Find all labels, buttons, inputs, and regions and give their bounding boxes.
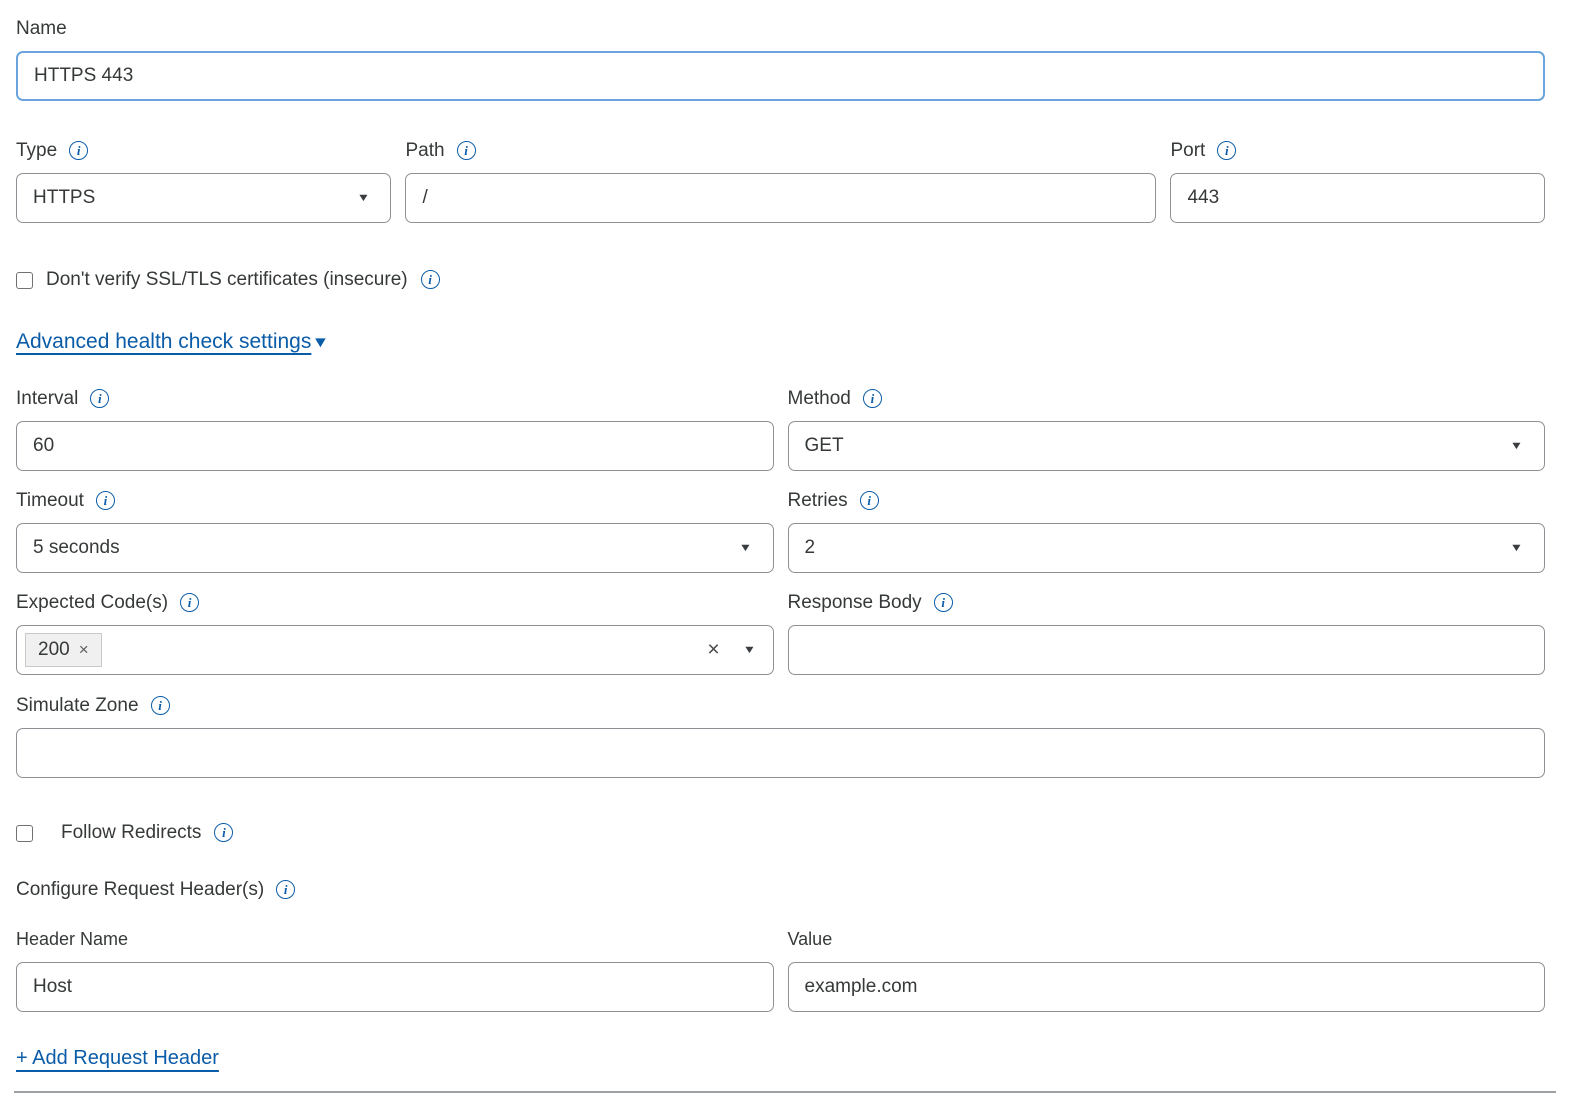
header-name-label: Header Name [16,929,774,950]
method-select-value: GET [805,435,844,457]
name-label: Name [16,18,1545,40]
path-field-group: Path i [405,140,1156,223]
advanced-settings-link-text: Advanced health check settings [16,330,311,354]
chevron-down-icon: ▼ [738,542,752,554]
follow-redirects-info-icon[interactable]: i [214,823,233,842]
expected-code-tag-text: 200 [38,639,70,661]
simulate-zone-label: Simulate Zone i [16,695,1545,717]
response-body-info-icon[interactable]: i [934,593,953,612]
interval-method-row: Interval i Method i GET ▼ [16,388,1545,471]
chevron-down-icon: ▼ [1510,542,1524,554]
simulate-zone-label-text: Simulate Zone [16,695,139,717]
retries-info-icon[interactable]: i [860,491,879,510]
header-name-input[interactable] [16,962,774,1012]
expected-codes-info-icon[interactable]: i [180,593,199,612]
retries-select-value: 2 [805,537,816,559]
expected-codes-field-group: Expected Code(s) i 200 × × ▼ [16,592,774,675]
response-body-input[interactable] [788,625,1546,675]
header-value-input[interactable] [788,962,1546,1012]
path-label: Path i [405,140,1156,162]
type-field-group: Type i HTTPS ▼ [16,140,391,223]
port-field-group: Port i [1170,140,1545,223]
method-info-icon[interactable]: i [863,389,882,408]
response-body-label-text: Response Body [788,592,922,614]
simulate-zone-info-icon[interactable]: i [151,696,170,715]
method-field-group: Method i GET ▼ [788,388,1546,471]
retries-field-group: Retries i 2 ▼ [788,490,1546,573]
request-header-row: Header Name Value [16,929,1545,1012]
type-label-text: Type [16,140,57,162]
simulate-zone-input[interactable] [16,728,1545,778]
timeout-retries-row: Timeout i 5 seconds ▼ Retries i 2 ▼ [16,490,1545,573]
path-info-icon[interactable]: i [457,141,476,160]
simulate-zone-field-group: Simulate Zone i [16,695,1545,778]
interval-label: Interval i [16,388,774,410]
timeout-select-value: 5 seconds [33,537,120,559]
port-label: Port i [1170,140,1545,162]
expected-codes-label: Expected Code(s) i [16,592,774,614]
multiselect-controls: × ▼ [707,638,754,662]
caret-down-icon: ▼ [312,334,330,351]
port-input[interactable] [1170,173,1545,223]
tag-remove-icon[interactable]: × [79,640,89,660]
chevron-down-icon[interactable]: ▼ [742,644,756,656]
chevron-down-icon: ▼ [356,192,370,204]
response-body-label: Response Body i [788,592,1546,614]
method-label-text: Method [788,388,851,410]
header-value-field-group: Value [788,929,1546,1012]
header-value-label: Value [788,929,1546,950]
interval-label-text: Interval [16,388,78,410]
health-check-form: Name Type i HTTPS ▼ Path i Port i [16,18,1545,1093]
path-input[interactable] [405,173,1156,223]
bottom-divider [14,1091,1556,1093]
timeout-info-icon[interactable]: i [96,491,115,510]
timeout-field-group: Timeout i 5 seconds ▼ [16,490,774,573]
expected-codes-label-text: Expected Code(s) [16,592,168,614]
add-request-header-link[interactable]: + Add Request Header [16,1047,219,1069]
timeout-label-text: Timeout [16,490,84,512]
verify-ssl-row: Don't verify SSL/TLS certificates (insec… [16,269,1545,291]
verify-ssl-info-icon[interactable]: i [421,270,440,289]
follow-redirects-label: Follow Redirects [61,822,201,844]
retries-label-text: Retries [788,490,848,512]
path-label-text: Path [405,140,444,162]
verify-ssl-checkbox[interactable] [16,272,33,289]
timeout-select[interactable]: 5 seconds ▼ [16,523,774,573]
method-label: Method i [788,388,1546,410]
name-field-group: Name [16,18,1545,101]
add-request-header-row: + Add Request Header [16,1047,1545,1070]
follow-redirects-inner: Follow Redirects i [61,822,233,844]
request-headers-section-label: Configure Request Header(s) i [16,879,1545,901]
name-label-text: Name [16,18,67,40]
interval-input[interactable] [16,421,774,471]
codes-body-row: Expected Code(s) i 200 × × ▼ Response Bo… [16,592,1545,675]
retries-select[interactable]: 2 ▼ [788,523,1546,573]
type-select-value: HTTPS [33,187,95,209]
advanced-settings-row: Advanced health check settings ▼ [16,330,1545,354]
type-label: Type i [16,140,391,162]
verify-ssl-label: Don't verify SSL/TLS certificates (insec… [46,269,408,291]
follow-redirects-checkbox[interactable] [16,825,33,842]
timeout-label: Timeout i [16,490,774,512]
retries-label: Retries i [788,490,1546,512]
chevron-down-icon: ▼ [1510,440,1524,452]
expected-code-tag: 200 × [25,633,102,667]
method-select[interactable]: GET ▼ [788,421,1546,471]
name-input[interactable] [16,51,1545,101]
interval-field-group: Interval i [16,388,774,471]
clear-icon[interactable]: × [707,638,719,662]
type-path-port-row: Type i HTTPS ▼ Path i Port i [16,140,1545,223]
header-name-field-group: Header Name [16,929,774,1012]
advanced-settings-link[interactable]: Advanced health check settings ▼ [16,330,328,354]
interval-info-icon[interactable]: i [90,389,109,408]
expected-codes-multiselect[interactable]: 200 × × ▼ [16,625,774,675]
request-headers-info-icon[interactable]: i [276,880,295,899]
port-label-text: Port [1170,140,1205,162]
type-info-icon[interactable]: i [69,141,88,160]
response-body-field-group: Response Body i [788,592,1546,675]
port-info-icon[interactable]: i [1217,141,1236,160]
request-headers-section-label-text: Configure Request Header(s) [16,879,264,901]
type-select[interactable]: HTTPS ▼ [16,173,391,223]
follow-redirects-row: Follow Redirects i [16,822,1545,844]
